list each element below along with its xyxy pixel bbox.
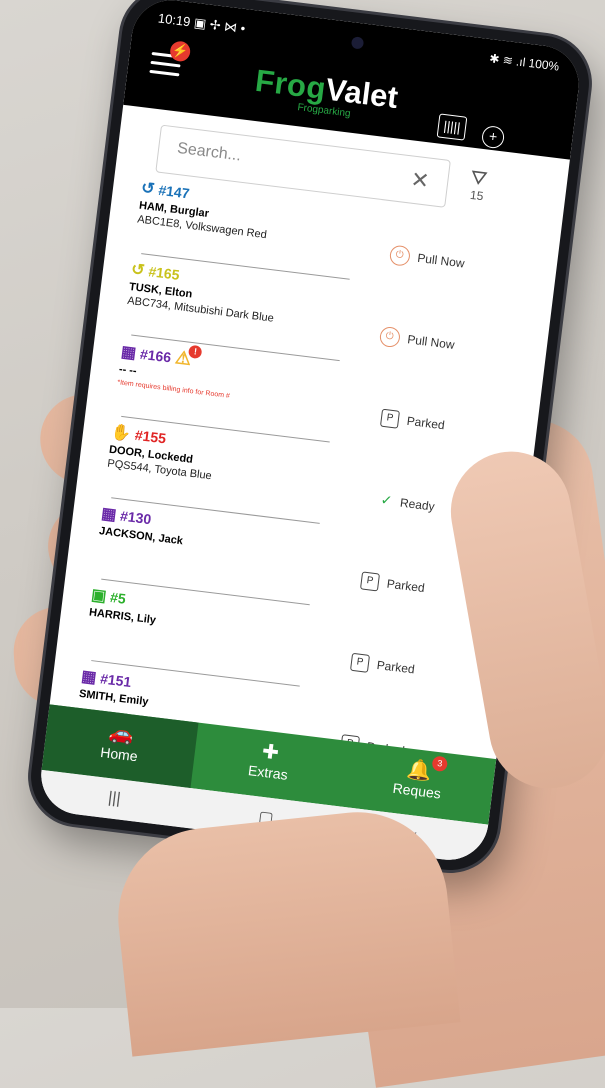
recall-icon: ↺ [130,261,146,280]
pull-icon: ⏻ [388,244,411,267]
status-label: Ready [399,495,436,514]
filter-button[interactable]: ⛛ 15 [459,167,497,205]
check-icon: ✓ [379,491,394,509]
ticket-number: #165 [147,263,181,283]
menu-line [150,60,181,68]
ticket-number: #147 [157,181,191,202]
pull-icon: ⏻ [378,325,401,349]
tab-home-label: Home [99,743,139,765]
app-logo: FrogValet Frogparking [234,61,418,128]
ticket-number: #166 [139,345,173,365]
status-right-icons: ✱ ≋ .ıl 100% [488,51,560,74]
parking-icon: P [379,408,400,429]
hotel-icon: ▦ [100,505,118,524]
tab-extras-label: Extras [247,762,289,783]
status-label: Pull Now [416,250,466,271]
cash-icon: ▣ [90,586,108,606]
palm [109,803,461,1057]
ticket-number: #151 [99,670,133,691]
status-label: Pull Now [406,332,456,352]
valet-list: ↺ #147 HAM, Burglar ABC1E8, Volkswagen Re… [73,178,470,788]
parking-icon: P [359,571,380,592]
hotel-icon: ▦ [80,668,98,687]
search-placeholder: Search... [176,139,242,165]
logo-frog: Frog [253,62,329,107]
parking-icon: P [349,652,370,673]
bolt-badge-icon: ⚡ [169,40,192,63]
status-left-icons: ▣ ✢ ⋈ • [193,14,247,37]
ticket-number: #130 [119,507,153,528]
warning-icon: ⚠! [174,344,203,370]
status-label: Parked [385,576,426,596]
handshake-icon: ✋ [110,423,133,444]
recall-icon: ↺ [140,179,156,199]
ticket-number: #5 [109,588,127,607]
ticket-number: #155 [134,426,167,447]
barcode-scan-button[interactable]: ||||| [436,113,468,141]
menu-button[interactable]: ⚡ [149,40,192,77]
clear-search-icon[interactable]: ✕ [409,167,430,195]
recents-icon[interactable]: ||| [107,789,121,808]
hotel-icon: ▦ [120,342,138,362]
menu-line [149,69,180,77]
filter-count: 15 [469,187,485,204]
add-button[interactable]: + [480,124,506,150]
status-label: Parked [375,657,416,677]
status-time: 10:19 [157,10,192,30]
status-label: Parked [405,413,446,433]
